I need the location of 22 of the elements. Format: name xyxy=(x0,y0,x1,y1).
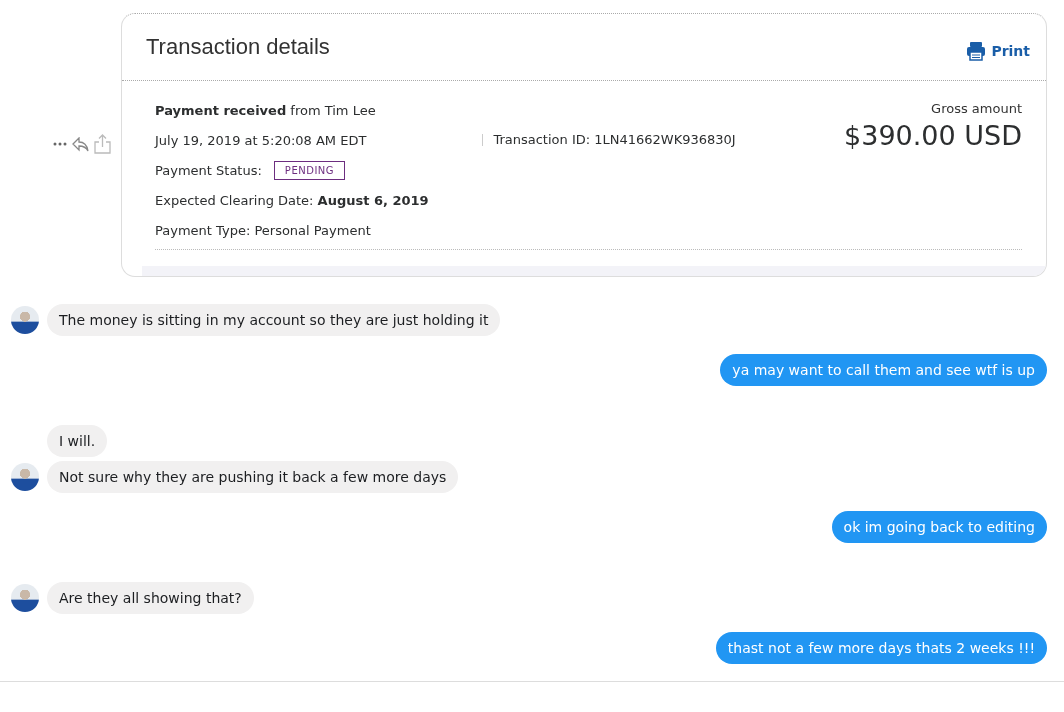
status-badge: PENDING xyxy=(273,160,346,180)
card-title: Transaction details xyxy=(146,34,330,60)
payment-type: Payment Type: Personal Payment xyxy=(155,222,371,238)
payment-date: July 19, 2019 at 5:20:08 AM EDT xyxy=(155,132,367,148)
message-bubble: The money is sitting in my account so they are just holding it xyxy=(47,304,501,336)
printer-icon xyxy=(966,41,987,61)
message-bubble: ok im going back to editing xyxy=(831,511,1047,543)
share-icon[interactable] xyxy=(94,134,111,154)
clearing-date: Expected Clearing Date: August 6, 2019 xyxy=(155,192,429,208)
more-icon[interactable] xyxy=(53,142,67,146)
gross-amount-label: Gross amount xyxy=(931,101,1022,116)
message-bubble: Are they all showing that? xyxy=(47,582,254,614)
payment-heading: Payment received from Tim Lee xyxy=(155,102,376,118)
transaction-id: Transaction ID: 1LN41662WK936830J xyxy=(482,134,736,146)
print-button[interactable]: Print xyxy=(966,41,1030,61)
gross-amount: $390.00 USD xyxy=(844,120,1022,151)
status-label: Payment Status: xyxy=(155,162,262,178)
message-bubble: I will. xyxy=(47,425,108,457)
message-bubble: thast not a few more days thats 2 weeks !!! xyxy=(715,632,1047,664)
message-bubble: ya may want to call them and see wtf is up xyxy=(720,354,1047,386)
reply-icon[interactable] xyxy=(72,136,89,152)
message-bubble: Not sure why they are pushing it back a few more days xyxy=(47,461,459,493)
